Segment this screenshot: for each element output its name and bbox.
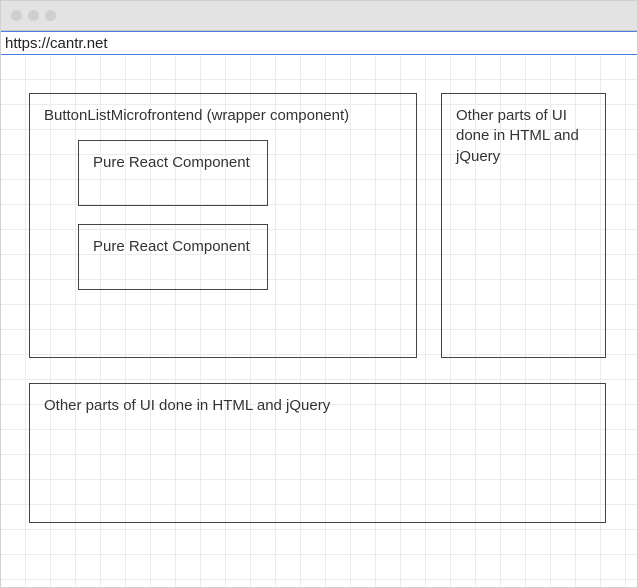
react-component-label-2: Pure React Component [93, 238, 250, 255]
react-component-label-1: Pure React Component [93, 154, 250, 171]
window-maximize-icon[interactable] [45, 10, 56, 21]
legacy-ui-bottom-box: Other parts of UI done in HTML and jQuer… [29, 383, 606, 523]
legacy-ui-right-label: Other parts of UI done in HTML and jQuer… [456, 107, 579, 165]
window-close-icon[interactable] [11, 10, 22, 21]
browser-wireframe: https://cantr.net ButtonListMicrofronten… [0, 0, 638, 588]
react-component-box-2: Pure React Component [78, 224, 268, 290]
window-minimize-icon[interactable] [28, 10, 39, 21]
window-titlebar [1, 1, 637, 31]
legacy-ui-bottom-label: Other parts of UI done in HTML and jQuer… [44, 397, 330, 414]
page-viewport: ButtonListMicrofrontend (wrapper compone… [1, 55, 637, 587]
legacy-ui-right-box: Other parts of UI done in HTML and jQuer… [441, 93, 606, 358]
react-component-box-1: Pure React Component [78, 140, 268, 206]
address-bar[interactable]: https://cantr.net [1, 31, 637, 55]
wrapper-component-title: ButtonListMicrofrontend (wrapper compone… [44, 106, 402, 126]
address-bar-url: https://cantr.net [5, 35, 108, 52]
wrapper-component-box: ButtonListMicrofrontend (wrapper compone… [29, 93, 417, 358]
